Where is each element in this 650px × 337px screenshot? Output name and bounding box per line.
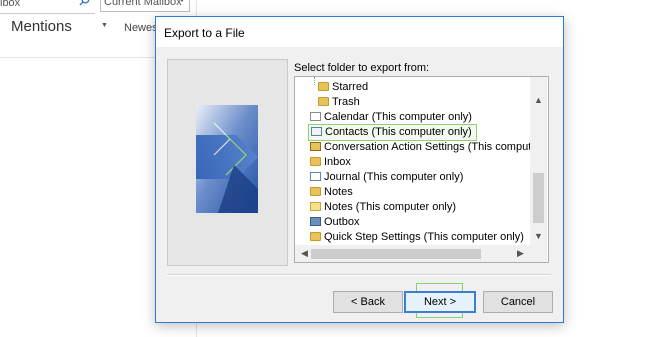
settings-folder-icon — [310, 141, 321, 151]
search-input[interactable]: lbox — [0, 0, 20, 9]
mentions-filter[interactable]: Mentions — [11, 18, 72, 35]
folder-item-conversation-action-settings[interactable]: Conversation Action Settings (This compu… — [310, 140, 530, 155]
folder-item-label: Inbox — [324, 156, 351, 168]
next-button[interactable]: Next > — [404, 291, 476, 313]
search-scope-dropdown[interactable]: Current Mailbox ▼ — [100, 0, 190, 12]
dialog-title: Export to a File — [164, 26, 245, 40]
journal-icon — [310, 171, 321, 181]
vertical-scrollbar[interactable]: ▲ ▼ — [530, 77, 547, 245]
folder-icon — [318, 81, 329, 91]
folder-item-label: Starred — [332, 81, 369, 93]
folder-prompt-label: Select folder to export from: — [294, 62, 430, 74]
horizontal-scrollbar[interactable]: ◀ ▶ — [295, 245, 530, 262]
scrollbar-corner — [530, 245, 547, 262]
back-button[interactable]: < Back — [333, 291, 403, 313]
folder-icon — [310, 186, 321, 196]
scroll-up-icon[interactable]: ▲ — [534, 95, 543, 105]
folder-item-label: Notes — [324, 186, 353, 198]
folder-item-label: Journal (This computer only) — [324, 171, 464, 183]
folder-item-starred[interactable]: Starred — [318, 80, 368, 95]
scroll-right-icon[interactable]: ▶ — [517, 248, 524, 259]
chevron-down-icon: ▼ — [178, 0, 186, 4]
dialog-titlebar[interactable]: Export to a File — [156, 17, 563, 47]
tree-connector — [314, 77, 315, 85]
folder-tree[interactable]: Starred Trash Calendar (This computer on… — [294, 76, 549, 263]
folder-item-quick-step-settings[interactable]: Quick Step Settings (This computer only) — [310, 230, 524, 244]
folder-icon — [318, 96, 329, 106]
folder-item-journal[interactable]: Journal (This computer only) — [310, 170, 463, 185]
folder-item-label: Trash — [332, 96, 360, 108]
folder-item-inbox[interactable]: Inbox — [310, 155, 351, 170]
folder-item-notes[interactable]: Notes — [310, 185, 353, 200]
folder-item-label: Contacts (This computer only) — [325, 126, 472, 138]
scroll-left-icon[interactable]: ◀ — [301, 248, 308, 259]
folder-item-contacts[interactable]: Contacts (This computer only) — [308, 124, 477, 141]
folder-item-calendar[interactable]: Calendar (This computer only) — [310, 110, 472, 125]
divider — [167, 274, 551, 276]
folder-item-label: Calendar (This computer only) — [324, 111, 472, 123]
search-icon[interactable] — [79, 0, 90, 6]
folder-icon — [310, 156, 321, 166]
wizard-art-panel — [167, 59, 288, 266]
vertical-scroll-thumb[interactable] — [533, 173, 544, 223]
chevron-down-icon[interactable]: ▼ — [101, 22, 108, 29]
folder-icon — [310, 231, 321, 241]
contacts-icon — [311, 126, 322, 136]
folder-tree-viewport: Starred Trash Calendar (This computer on… — [295, 77, 530, 244]
cancel-button[interactable]: Cancel — [483, 291, 553, 313]
folder-item-label: Quick Step Settings (This computer only) — [324, 231, 524, 243]
folder-item-label: Outbox — [324, 216, 360, 228]
search-scope-label: Current Mailbox — [104, 0, 182, 8]
wizard-arrow-graphic — [196, 105, 258, 213]
notes-icon — [310, 201, 321, 211]
outbox-icon — [310, 216, 321, 226]
folder-item-label: Notes (This computer only) — [324, 201, 457, 213]
search-box[interactable]: lbox — [0, 0, 95, 14]
folder-item-outbox[interactable]: Outbox — [310, 215, 359, 230]
horizontal-scroll-thumb[interactable] — [311, 249, 481, 259]
export-dialog: Export to a File Select folder to export… — [155, 16, 564, 323]
folder-item-trash[interactable]: Trash — [318, 95, 360, 110]
scroll-down-icon[interactable]: ▼ — [534, 231, 543, 241]
folder-item-label: Conversation Action Settings (This compu… — [324, 141, 530, 153]
calendar-icon — [310, 111, 321, 121]
folder-item-notes-local[interactable]: Notes (This computer only) — [310, 200, 456, 215]
